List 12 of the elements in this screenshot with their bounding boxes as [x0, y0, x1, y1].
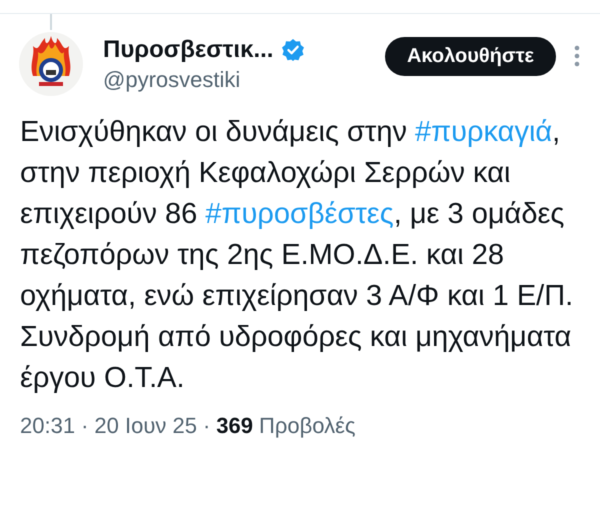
more-options-icon[interactable]: [574, 45, 580, 67]
view-count: 369: [216, 413, 253, 439]
avatar-emblem-icon[interactable]: [19, 32, 83, 96]
account-handle[interactable]: @pyrosvestiki: [103, 66, 385, 94]
tweet-meta: 20:31: [20, 413, 76, 439]
separator-dot: ·: [81, 413, 88, 439]
follow-button[interactable]: Ακολουθήστε: [384, 36, 556, 76]
account-name[interactable]: Πυροσβεστικ...: [103, 34, 274, 66]
tweet-meta: 20 Ιουν 25: [94, 413, 197, 439]
tweet-meta: Προβολές: [258, 413, 356, 439]
tweet-text: Ενισχύθηκαν οι δυνάμεις στην #πυρκαγιά, στην περιοχή Κεφαλοχώρι Σερρών και επιχειρούν 86 #πυροσβέστες, με 3 ομάδες πεζοπόρων της 2ης Ε.ΜΟ.Δ.Ε. και 28 οχήματα, ενώ επιχείρησαν 3 Α/Φ και 1 Ε/Π. Συνδρομή από υδροφόρες και μηχανήματα έργου Ο.Τ.Α.: [20, 115, 574, 396]
separator-dot: ·: [202, 413, 210, 439]
